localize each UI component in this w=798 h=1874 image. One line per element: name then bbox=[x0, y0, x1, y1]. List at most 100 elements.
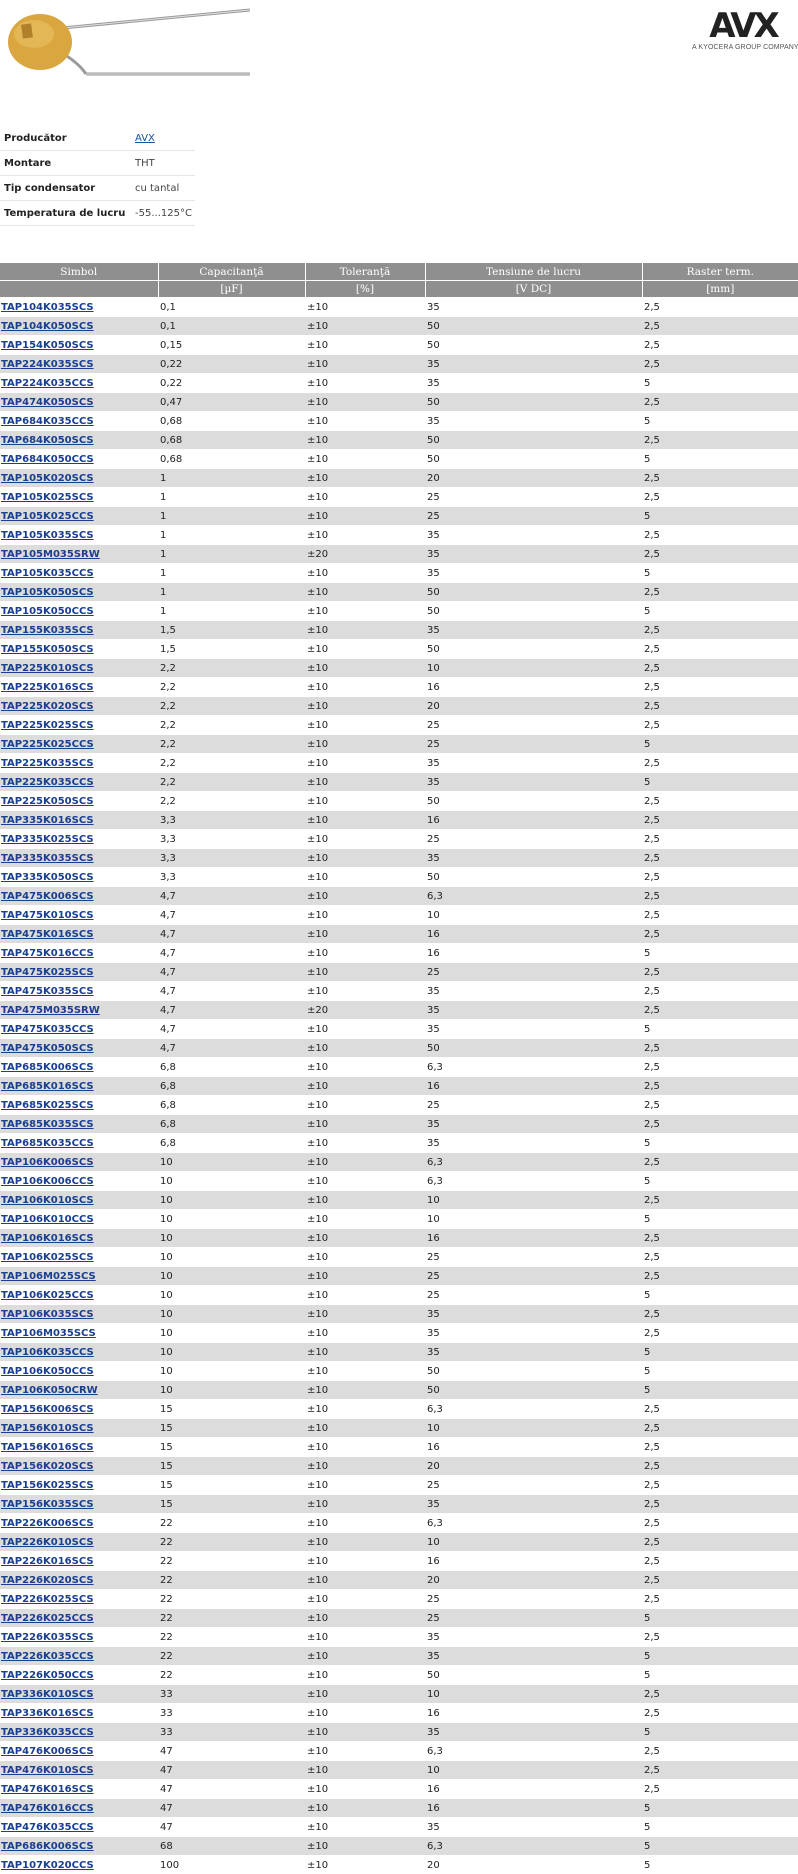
table-row: TAP106M035SCS10±10352,5 bbox=[0, 1324, 798, 1343]
part-link[interactable]: TAP685K025SCS bbox=[1, 1100, 94, 1111]
part-link[interactable]: TAP685K035SCS bbox=[1, 1119, 94, 1130]
part-link[interactable]: TAP106K050CCS bbox=[1, 1366, 94, 1377]
part-link[interactable]: TAP476K016CCS bbox=[1, 1803, 94, 1814]
col-header-raster[interactable]: Raster term. bbox=[642, 263, 798, 281]
part-link[interactable]: TAP475K035CCS bbox=[1, 1024, 94, 1035]
part-link[interactable]: TAP684K050CCS bbox=[1, 454, 94, 465]
part-link[interactable]: TAP106K025CCS bbox=[1, 1290, 94, 1301]
table-row: TAP475K010SCS4,7±10102,5 bbox=[0, 906, 798, 925]
part-link[interactable]: TAP105K025CCS bbox=[1, 511, 94, 522]
part-link[interactable]: TAP225K025CCS bbox=[1, 739, 94, 750]
part-link[interactable]: TAP475K025SCS bbox=[1, 967, 94, 978]
part-link[interactable]: TAP336K035CCS bbox=[1, 1727, 94, 1738]
part-link[interactable]: TAP686K006SCS bbox=[1, 1841, 94, 1852]
part-link[interactable]: TAP156K010SCS bbox=[1, 1423, 94, 1434]
part-link[interactable]: TAP476K035CCS bbox=[1, 1822, 94, 1833]
part-link[interactable]: TAP156K020SCS bbox=[1, 1461, 94, 1472]
capacitance-cell: 1 bbox=[158, 564, 305, 583]
tolerance-cell: ±10 bbox=[305, 792, 425, 811]
part-link[interactable]: TAP156K025SCS bbox=[1, 1480, 94, 1491]
part-link[interactable]: TAP336K016SCS bbox=[1, 1708, 94, 1719]
part-link[interactable]: TAP476K006SCS bbox=[1, 1746, 94, 1757]
part-link[interactable]: TAP335K050SCS bbox=[1, 872, 94, 883]
part-link[interactable]: TAP224K035SCS bbox=[1, 359, 94, 370]
part-link[interactable]: TAP335K025SCS bbox=[1, 834, 94, 845]
part-link[interactable]: TAP106K025SCS bbox=[1, 1252, 94, 1263]
part-link[interactable]: TAP225K020SCS bbox=[1, 701, 94, 712]
part-link[interactable]: TAP335K016SCS bbox=[1, 815, 94, 826]
part-link[interactable]: TAP104K050SCS bbox=[1, 321, 94, 332]
part-link[interactable]: TAP226K035SCS bbox=[1, 1632, 94, 1643]
raster-cell: 2,5 bbox=[642, 1457, 798, 1476]
part-link[interactable]: TAP226K016SCS bbox=[1, 1556, 94, 1567]
part-link[interactable]: TAP226K035CCS bbox=[1, 1651, 94, 1662]
part-link[interactable]: TAP474K050SCS bbox=[1, 397, 94, 408]
part-link[interactable]: TAP105K035CCS bbox=[1, 568, 94, 579]
part-link[interactable]: TAP336K010SCS bbox=[1, 1689, 94, 1700]
part-link[interactable]: TAP105K035SCS bbox=[1, 530, 94, 541]
col-header-voltage[interactable]: Tensiune de lucru bbox=[425, 263, 642, 281]
part-link[interactable]: TAP226K025SCS bbox=[1, 1594, 94, 1605]
col-header-symbol[interactable]: Simbol bbox=[0, 263, 158, 281]
part-link[interactable]: TAP104K035SCS bbox=[1, 302, 94, 313]
part-link[interactable]: TAP105K025SCS bbox=[1, 492, 94, 503]
part-link[interactable]: TAP106K010CCS bbox=[1, 1214, 94, 1225]
part-link[interactable]: TAP156K035SCS bbox=[1, 1499, 94, 1510]
col-header-capacitance[interactable]: Capacitanţă bbox=[158, 263, 305, 281]
part-link[interactable]: TAP226K006SCS bbox=[1, 1518, 94, 1529]
part-link[interactable]: TAP156K016SCS bbox=[1, 1442, 94, 1453]
symbol-cell: TAP106K035SCS bbox=[0, 1305, 158, 1324]
part-link[interactable]: TAP225K035SCS bbox=[1, 758, 94, 769]
part-link[interactable]: TAP475K010SCS bbox=[1, 910, 94, 921]
part-link[interactable]: TAP106K050CRW bbox=[1, 1385, 98, 1396]
part-link[interactable]: TAP685K006SCS bbox=[1, 1062, 94, 1073]
part-link[interactable]: TAP105K050CCS bbox=[1, 606, 94, 617]
capacitance-cell: 33 bbox=[158, 1685, 305, 1704]
part-link[interactable]: TAP226K020SCS bbox=[1, 1575, 94, 1586]
part-link[interactable]: TAP225K035CCS bbox=[1, 777, 94, 788]
part-link[interactable]: TAP226K025CCS bbox=[1, 1613, 94, 1624]
part-link[interactable]: TAP105K020SCS bbox=[1, 473, 94, 484]
part-link[interactable]: TAP106K010SCS bbox=[1, 1195, 94, 1206]
part-link[interactable]: TAP106M035SCS bbox=[1, 1328, 96, 1339]
part-link[interactable]: TAP155K050SCS bbox=[1, 644, 94, 655]
part-link[interactable]: TAP106M025SCS bbox=[1, 1271, 96, 1282]
part-link[interactable]: TAP107K020CCS bbox=[1, 1860, 94, 1871]
part-link[interactable]: TAP475M035SRW bbox=[1, 1005, 100, 1016]
part-link[interactable]: TAP106K016SCS bbox=[1, 1233, 94, 1244]
part-link[interactable]: TAP476K016SCS bbox=[1, 1784, 94, 1795]
part-link[interactable]: TAP475K050SCS bbox=[1, 1043, 94, 1054]
part-link[interactable]: TAP155K035SCS bbox=[1, 625, 94, 636]
part-link[interactable]: TAP475K016CCS bbox=[1, 948, 94, 959]
part-link[interactable]: TAP685K035CCS bbox=[1, 1138, 94, 1149]
manufacturer-link[interactable]: AVX bbox=[135, 133, 155, 144]
part-link[interactable]: TAP106K006CCS bbox=[1, 1176, 94, 1187]
part-link[interactable]: TAP335K035SCS bbox=[1, 853, 94, 864]
voltage-cell: 20 bbox=[425, 1856, 642, 1874]
part-link[interactable]: TAP226K050CCS bbox=[1, 1670, 94, 1681]
part-link[interactable]: TAP475K006SCS bbox=[1, 891, 94, 902]
part-link[interactable]: TAP224K035CCS bbox=[1, 378, 94, 389]
symbol-cell: TAP154K050SCS bbox=[0, 336, 158, 355]
col-header-tolerance[interactable]: Toleranţă bbox=[305, 263, 425, 281]
part-link[interactable]: TAP226K010SCS bbox=[1, 1537, 94, 1548]
part-link[interactable]: TAP105M035SRW bbox=[1, 549, 100, 560]
part-link[interactable]: TAP475K035SCS bbox=[1, 986, 94, 997]
part-link[interactable]: TAP225K016SCS bbox=[1, 682, 94, 693]
part-link[interactable]: TAP685K016SCS bbox=[1, 1081, 94, 1092]
capacitance-cell: 15 bbox=[158, 1438, 305, 1457]
part-link[interactable]: TAP476K010SCS bbox=[1, 1765, 94, 1776]
part-link[interactable]: TAP154K050SCS bbox=[1, 340, 94, 351]
part-link[interactable]: TAP475K016SCS bbox=[1, 929, 94, 940]
part-link[interactable]: TAP225K050SCS bbox=[1, 796, 94, 807]
part-link[interactable]: TAP684K050SCS bbox=[1, 435, 94, 446]
part-link[interactable]: TAP156K006SCS bbox=[1, 1404, 94, 1415]
part-link[interactable]: TAP106K035SCS bbox=[1, 1309, 94, 1320]
tolerance-cell: ±10 bbox=[305, 944, 425, 963]
part-link[interactable]: TAP105K050SCS bbox=[1, 587, 94, 598]
part-link[interactable]: TAP225K010SCS bbox=[1, 663, 94, 674]
part-link[interactable]: TAP225K025SCS bbox=[1, 720, 94, 731]
part-link[interactable]: TAP684K035CCS bbox=[1, 416, 94, 427]
part-link[interactable]: TAP106K006SCS bbox=[1, 1157, 94, 1168]
part-link[interactable]: TAP106K035CCS bbox=[1, 1347, 94, 1358]
